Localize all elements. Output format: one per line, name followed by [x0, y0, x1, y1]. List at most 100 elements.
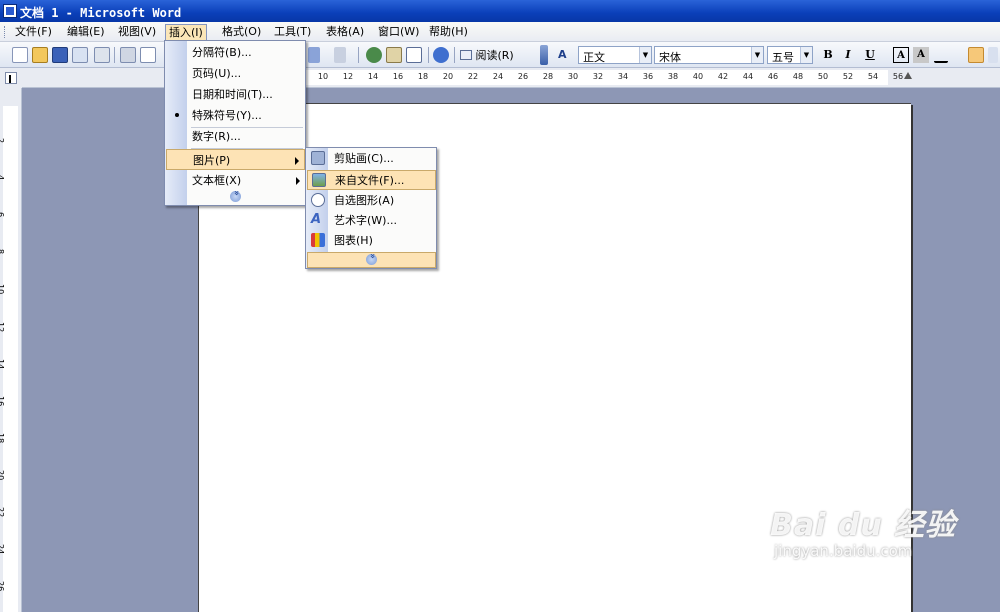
- menu-item-label: 剪贴画(C)...: [334, 152, 394, 165]
- ruler-tick: 20: [442, 72, 454, 81]
- menu-view[interactable]: 视图(V): [115, 25, 159, 40]
- undo-icon[interactable]: [308, 47, 320, 63]
- center-align-icon[interactable]: [988, 47, 998, 63]
- ruler-tick: 16: [0, 396, 5, 407]
- char-shading-button[interactable]: A: [913, 47, 929, 63]
- ruler-tick: 12: [0, 322, 5, 333]
- submenu-arrow-icon: [295, 157, 299, 165]
- menu-item-label: 分隔符(B)...: [192, 46, 252, 59]
- chevron-down-icon[interactable]: ▼: [751, 47, 763, 63]
- submenu-expand-bar[interactable]: [307, 252, 436, 268]
- menu-item-picture[interactable]: 图片(P): [166, 149, 305, 170]
- styles-formatting-icon[interactable]: A: [558, 47, 574, 63]
- menu-insert[interactable]: 插入(I): [165, 24, 207, 41]
- ruler-tick: 34: [617, 72, 629, 81]
- menu-format[interactable]: 格式(O): [219, 25, 264, 40]
- watermark-brand: Bai du 经验: [770, 508, 957, 543]
- open-folder-icon[interactable]: [32, 47, 48, 63]
- ruler-tick: 26: [517, 72, 529, 81]
- chevron-down-icon[interactable]: ▼: [639, 47, 651, 63]
- menu-item-page-numbers[interactable]: 页码(U)...: [166, 63, 305, 84]
- style-value: 正文: [583, 51, 605, 64]
- picture-file-icon: [312, 173, 326, 187]
- toolbar-separator: [358, 47, 359, 63]
- ruler-tick: 32: [592, 72, 604, 81]
- symbol-icon: [175, 113, 179, 117]
- ruler-tick: 2: [0, 138, 5, 143]
- bold-button[interactable]: B: [820, 47, 836, 63]
- menu-file[interactable]: 文件(F): [12, 25, 55, 40]
- ruler-tick: 16: [392, 72, 404, 81]
- print-icon[interactable]: [120, 47, 136, 63]
- print-preview-icon[interactable]: [140, 47, 156, 63]
- menu-help[interactable]: 帮助(H): [426, 25, 471, 40]
- toolbar-separator: [114, 47, 115, 63]
- menu-edit[interactable]: 编辑(E): [64, 25, 108, 40]
- left-tab-icon: [5, 72, 17, 84]
- menu-table[interactable]: 表格(A): [323, 25, 367, 40]
- menu-item-from-file[interactable]: 来自文件(F)...: [307, 170, 436, 190]
- text-effects-icon[interactable]: [934, 47, 948, 63]
- clipart-icon: [311, 151, 325, 165]
- menu-item-chart[interactable]: 图表(H): [307, 231, 436, 251]
- watermark-url: jingyan.baidu.com: [774, 542, 913, 560]
- ruler-tick: 40: [692, 72, 704, 81]
- italic-button[interactable]: I: [840, 47, 856, 63]
- email-icon[interactable]: [94, 47, 110, 63]
- chart-icon: [311, 233, 325, 247]
- toolbar-overflow-chevron[interactable]: [540, 45, 548, 65]
- menu-window[interactable]: 窗口(W): [375, 25, 422, 40]
- ruler-tick: 22: [467, 72, 479, 81]
- menu-item-autoshapes[interactable]: 自选图形(A): [307, 191, 436, 211]
- word-app-icon[interactable]: [3, 4, 17, 18]
- ruler-tick: 42: [717, 72, 729, 81]
- insert-menu-dropdown: 分隔符(B)... 页码(U)... 日期和时间(T)... 特殊符号(Y)..…: [164, 40, 306, 206]
- menu-item-label: 页码(U)...: [192, 67, 242, 80]
- save-icon[interactable]: [52, 47, 68, 63]
- submenu-arrow-icon: [296, 177, 300, 185]
- menubar-grip-handle[interactable]: [4, 26, 7, 38]
- menu-item-number[interactable]: 数字(R)...: [166, 126, 305, 147]
- new-document-icon[interactable]: [12, 47, 28, 63]
- underline-button[interactable]: U: [862, 47, 878, 63]
- help-icon[interactable]: [433, 47, 449, 63]
- menu-item-break[interactable]: 分隔符(B)...: [166, 42, 305, 63]
- menu-bar: 文件(F) 编辑(E) 视图(V) 插入(I) 格式(O) 工具(T) 表格(A…: [0, 22, 1000, 42]
- right-indent-marker[interactable]: [904, 72, 912, 79]
- expand-menu-icon[interactable]: [230, 191, 241, 202]
- menu-tools[interactable]: 工具(T): [271, 25, 314, 40]
- ruler-tick: 8: [0, 249, 5, 254]
- tables-borders-icon[interactable]: [386, 47, 402, 63]
- menu-item-text-box[interactable]: 文本框(X): [166, 170, 305, 191]
- style-select[interactable]: 正文 ▼: [578, 46, 652, 64]
- chevron-down-icon[interactable]: ▼: [800, 47, 812, 63]
- ruler-tick: 36: [642, 72, 654, 81]
- menu-item-wordart[interactable]: A 艺术字(W)...: [307, 211, 436, 231]
- font-size-select[interactable]: 五号 ▼: [767, 46, 813, 64]
- ruler-tick: 24: [492, 72, 504, 81]
- ruler-tick: 18: [0, 433, 5, 444]
- menu-item-special-symbols[interactable]: 特殊符号(Y)...: [166, 105, 305, 126]
- permission-icon[interactable]: [72, 47, 88, 63]
- vertical-ruler[interactable]: 2 4 6 8 10 12 14 16 18 20 22 24 26: [0, 88, 22, 612]
- menu-item-label: 文本框(X): [192, 174, 242, 187]
- menu-item-label: 艺术字(W)...: [334, 214, 397, 227]
- menu-item-clipart[interactable]: 剪贴画(C)...: [307, 149, 436, 169]
- ruler-tick: 14: [367, 72, 379, 81]
- menu-item-date-time[interactable]: 日期和时间(T)...: [166, 84, 305, 105]
- read-mode-button[interactable]: 阅读(R): [460, 47, 514, 63]
- ruler-tick: 6: [0, 212, 5, 217]
- font-border-button[interactable]: A: [893, 47, 909, 63]
- tab-selector[interactable]: [0, 68, 22, 88]
- expand-menu-icon[interactable]: [366, 254, 377, 265]
- align-left-icon[interactable]: [968, 47, 984, 63]
- baidu-watermark: Bai du 经验 jingyan.baidu.com: [770, 500, 970, 560]
- hyperlink-icon[interactable]: [366, 47, 382, 63]
- title-bar: 文档 1 - Microsoft Word: [0, 0, 1000, 22]
- redo-icon[interactable]: [334, 47, 346, 63]
- font-select[interactable]: 宋体 ▼: [654, 46, 764, 64]
- ruler-tick: 10: [0, 284, 5, 295]
- insert-table-icon[interactable]: [406, 47, 422, 63]
- ruler-tick: 54: [867, 72, 879, 81]
- ruler-tick: 20: [0, 470, 5, 481]
